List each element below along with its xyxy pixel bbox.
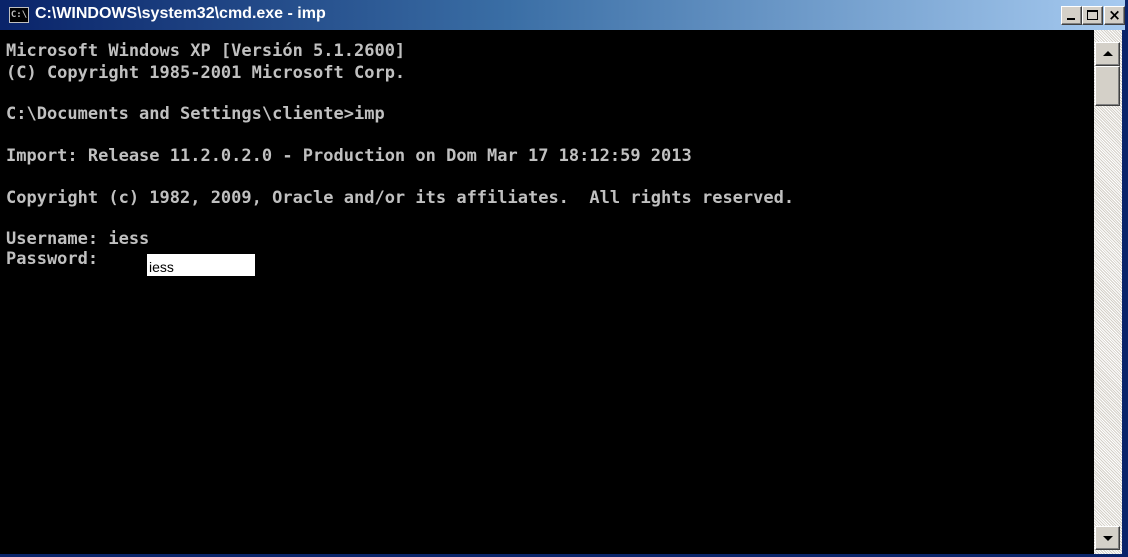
maximize-button[interactable] (1082, 6, 1103, 25)
arrow-up-icon (1103, 51, 1113, 56)
console-line: Import: Release 11.2.0.2.0 - Production … (6, 146, 692, 166)
scroll-thumb[interactable] (1095, 66, 1120, 106)
vertical-scrollbar[interactable] (1094, 30, 1122, 554)
window-title: C:\WINDOWS\system32\cmd.exe - imp (35, 5, 326, 22)
close-icon: × (1108, 6, 1121, 24)
console-line: Copyright (c) 1982, 2009, Oracle and/or … (6, 188, 795, 208)
minimize-icon (1067, 18, 1075, 20)
username-line: Username: iess (6, 229, 150, 249)
console-line: C:\Documents and Settings\cliente>imp (6, 104, 385, 124)
title-bar[interactable]: C:\ C:\WINDOWS\system32\cmd.exe - imp × (3, 0, 1125, 30)
password-prompt: Password: (6, 249, 109, 269)
arrow-down-icon (1103, 536, 1113, 541)
close-button[interactable]: × (1104, 6, 1125, 25)
console-icon[interactable]: C:\ (9, 7, 29, 23)
console-line: Microsoft Windows XP [Versión 5.1.2600] (6, 41, 406, 61)
scroll-up-button[interactable] (1095, 42, 1120, 66)
password-input[interactable]: iess (147, 254, 255, 276)
console-output[interactable]: Microsoft Windows XP [Versión 5.1.2600] … (0, 30, 1094, 554)
minimize-button[interactable] (1061, 6, 1082, 25)
console-line: (C) Copyright 1985-2001 Microsoft Corp. (6, 63, 406, 83)
maximize-icon (1087, 10, 1098, 20)
scroll-down-button[interactable] (1095, 526, 1120, 550)
